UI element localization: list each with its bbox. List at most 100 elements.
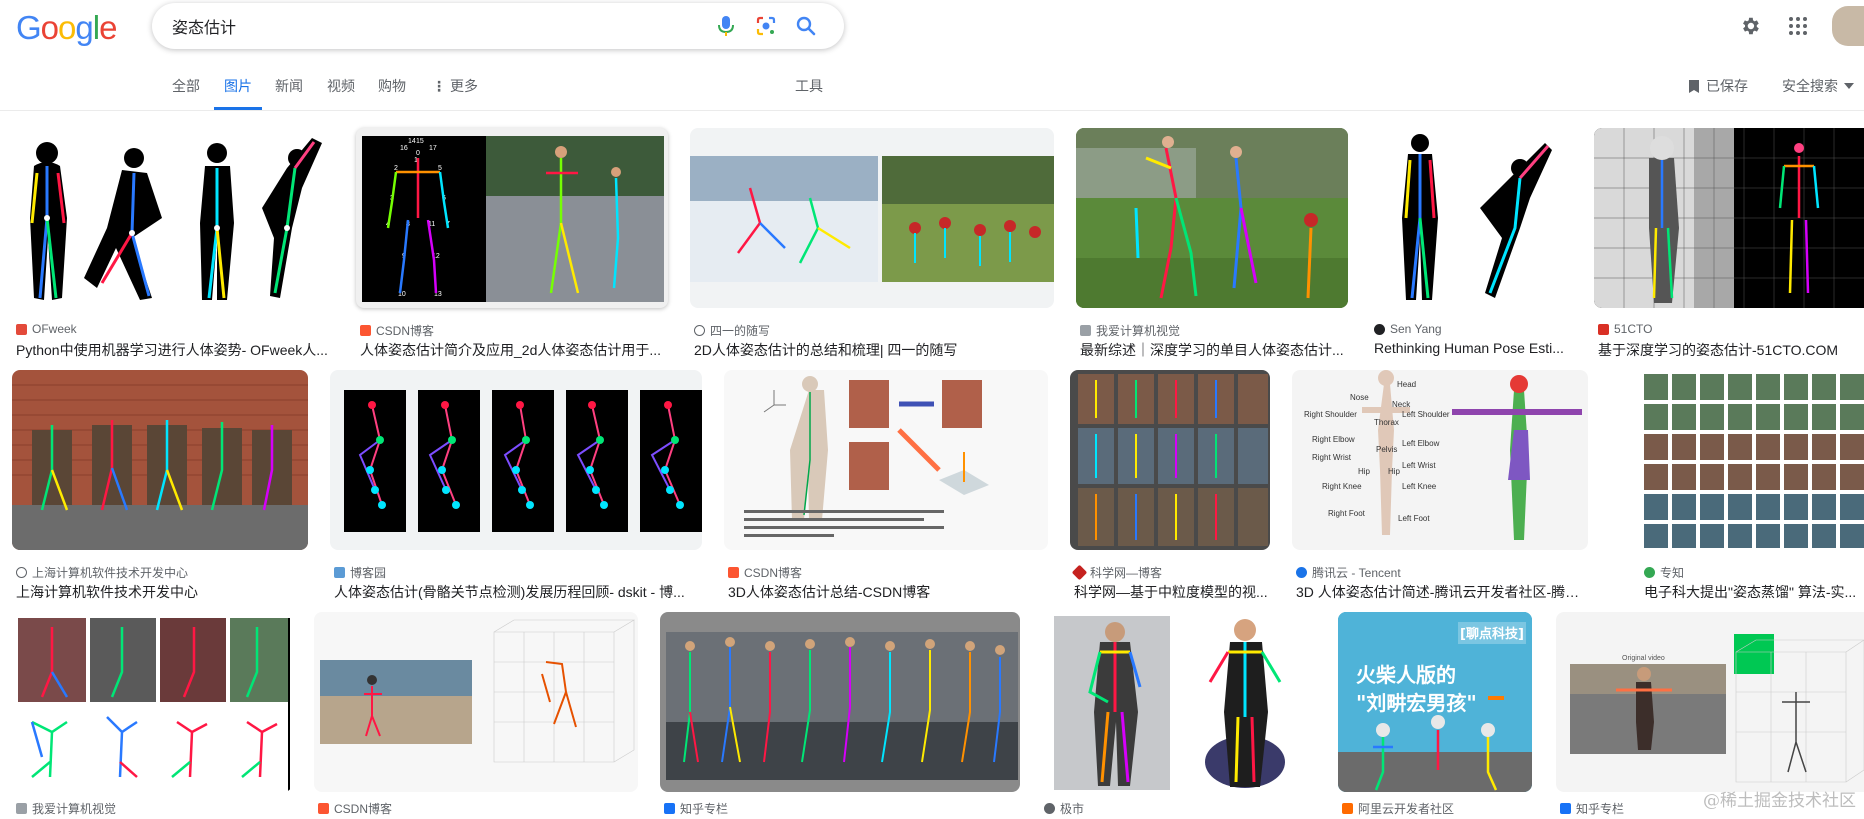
result-card[interactable]: 我爱计算机视觉 最新综述｜深度学习的单目人体姿态估计...: [1076, 128, 1348, 360]
result-source-label: 我爱计算机视觉: [1096, 324, 1181, 338]
result-card[interactable]: 51CTO 基于深度学习的姿态估计-51CTO.COM: [1594, 128, 1864, 360]
joint-label: Right Wrist: [1312, 453, 1352, 462]
result-source[interactable]: 科学网—博客: [1071, 564, 1162, 581]
result-source[interactable]: CSDN博客: [360, 322, 434, 339]
result-thumbnail[interactable]: Original video: [1556, 612, 1864, 792]
result-source[interactable]: 博客园: [334, 564, 386, 581]
result-thumbnail[interactable]: [1640, 370, 1864, 550]
apps-grid-icon[interactable]: [1778, 6, 1818, 46]
result-source[interactable]: 极市: [1044, 800, 1084, 817]
keypoint-label: 16: [400, 145, 408, 152]
keypoint-label: 15: [416, 138, 424, 145]
result-card[interactable]: [聊点科技] 火柴人版的 "刘畊宏男孩" 阿里云开发者社区: [1338, 612, 1532, 819]
tab-more[interactable]: ⋮ 更多: [432, 64, 478, 110]
result-thumbnail[interactable]: [330, 370, 702, 550]
result-source[interactable]: 知乎专栏: [1560, 800, 1624, 817]
saved-button[interactable]: 已保存: [1688, 64, 1748, 108]
safe-search-label: 安全搜索: [1782, 78, 1838, 94]
result-source-label: CSDN博客: [744, 566, 803, 580]
result-thumbnail[interactable]: 14 15 16 17 0 1 2 5 3 6 4 7 8 11 9 12 10…: [356, 128, 668, 308]
result-thumbnail[interactable]: [1370, 128, 1572, 308]
result-thumbnail[interactable]: [314, 612, 638, 792]
result-card[interactable]: 科学网—博客 科学网—基于中粒度模型的视...: [1070, 370, 1270, 602]
result-thumbnail[interactable]: [1040, 612, 1314, 792]
gear-icon[interactable]: [1730, 6, 1770, 46]
search-icon[interactable]: [786, 6, 826, 46]
result-source-label: Sen Yang: [1390, 322, 1442, 336]
result-source[interactable]: 知乎专栏: [664, 800, 728, 817]
search-input[interactable]: [172, 17, 706, 35]
result-thumbnail[interactable]: [1594, 128, 1864, 308]
result-title[interactable]: 3D 人体姿态估计简述-腾讯云开发者社区-腾讯云: [1296, 582, 1588, 602]
result-card[interactable]: 上海计算机软件技术开发中心 上海计算机软件技术开发中心: [12, 370, 308, 602]
joint-label: Left Foot: [1398, 514, 1430, 523]
result-source-label: 四一的随写: [710, 324, 771, 338]
result-title[interactable]: Python中使用机器学习进行人体姿势- OFweek人...: [16, 340, 334, 360]
result-thumbnail[interactable]: Head Neck Nose Right Shoulder Left Shoul…: [1292, 370, 1588, 550]
result-card[interactable]: 四一的随写 2D人体姿态估计的总结和梳理| 四一的随写: [690, 128, 1054, 360]
result-card[interactable]: Sen Yang Rethinking Human Pose Esti...: [1370, 128, 1572, 360]
tab-images[interactable]: 图片: [214, 64, 262, 110]
logo-letter: g: [75, 9, 93, 46]
result-card[interactable]: 我爱计算机视觉: [12, 612, 292, 819]
result-title[interactable]: 最新综述｜深度学习的单目人体姿态估计...: [1080, 340, 1348, 360]
result-thumbnail[interactable]: [1076, 128, 1348, 308]
result-thumbnail[interactable]: [12, 128, 334, 308]
result-source[interactable]: Sen Yang: [1374, 322, 1442, 336]
result-source[interactable]: 51CTO: [1598, 322, 1652, 336]
watermark: @稀土掘金技术社区: [1703, 791, 1856, 811]
google-logo[interactable]: Google: [16, 8, 117, 48]
result-card[interactable]: 极市: [1040, 612, 1314, 819]
tab-all[interactable]: 全部: [172, 64, 200, 110]
lens-icon[interactable]: [746, 6, 786, 46]
result-source[interactable]: 上海计算机软件技术开发中心: [16, 564, 188, 581]
joint-label: Nose: [1350, 393, 1369, 402]
result-card[interactable]: CSDN博客 3D人体姿态估计总结-CSDN博客: [724, 370, 1048, 602]
result-source[interactable]: OFweek: [16, 322, 77, 336]
result-title[interactable]: Rethinking Human Pose Esti...: [1374, 340, 1572, 356]
result-card[interactable]: OFweek Python中使用机器学习进行人体姿势- OFweek人...: [12, 128, 334, 360]
result-source[interactable]: CSDN博客: [318, 800, 392, 817]
result-card[interactable]: 博客园 人体姿态估计(骨骼关节点检测)发展历程回顾- dskit - 博...: [330, 370, 702, 602]
safe-search-button[interactable]: 安全搜索: [1782, 64, 1854, 108]
result-thumbnail[interactable]: [1070, 370, 1270, 550]
result-source[interactable]: 我爱计算机视觉: [1080, 322, 1180, 339]
result-card[interactable]: 知乎专栏: [660, 612, 1020, 819]
result-title[interactable]: 人体姿态估计(骨骼关节点检测)发展历程回顾- dskit - 博...: [334, 582, 702, 602]
result-card[interactable]: 专知 电子科大提出"姿态蒸馏" 算法-实...: [1640, 370, 1864, 602]
favicon-icon: [334, 567, 345, 578]
result-source[interactable]: CSDN博客: [728, 564, 802, 581]
result-title[interactable]: 2D人体姿态估计的总结和梳理| 四一的随写: [694, 340, 1054, 360]
tab-news[interactable]: 新闻: [275, 64, 303, 110]
banner-line-1: 火柴人版的: [1356, 663, 1456, 687]
result-title[interactable]: 人体姿态估计简介及应用_2d人体姿态估计用于...: [360, 340, 668, 360]
result-source[interactable]: 阿里云开发者社区: [1342, 800, 1454, 817]
result-thumbnail[interactable]: [12, 370, 308, 550]
result-source[interactable]: 专知: [1644, 564, 1684, 581]
result-thumbnail[interactable]: [690, 128, 1054, 308]
result-source[interactable]: 腾讯云 - Tencent: [1296, 564, 1401, 581]
result-title[interactable]: 上海计算机软件技术开发中心: [16, 582, 308, 602]
result-thumbnail[interactable]: [724, 370, 1048, 550]
result-card[interactable]: Head Neck Nose Right Shoulder Left Shoul…: [1292, 370, 1588, 602]
result-title[interactable]: 3D人体姿态估计总结-CSDN博客: [728, 582, 1048, 602]
result-source-label: 极市: [1060, 802, 1085, 816]
result-title[interactable]: 科学网—基于中粒度模型的视...: [1074, 582, 1270, 602]
tab-shopping[interactable]: 购物: [378, 64, 406, 110]
tools-button[interactable]: 工具: [795, 64, 823, 108]
result-card[interactable]: 14 15 16 17 0 1 2 5 3 6 4 7 8 11 9 12 10…: [356, 128, 668, 360]
favicon-icon: [1080, 325, 1091, 336]
mic-icon[interactable]: [706, 6, 746, 46]
result-title[interactable]: 电子科大提出"姿态蒸馏" 算法-实...: [1644, 582, 1864, 602]
result-source[interactable]: 四一的随写: [694, 322, 770, 339]
tab-videos[interactable]: 视频: [327, 64, 355, 110]
result-source[interactable]: 我爱计算机视觉: [16, 800, 116, 817]
result-title[interactable]: 基于深度学习的姿态估计-51CTO.COM: [1598, 340, 1864, 360]
result-thumbnail[interactable]: [聊点科技] 火柴人版的 "刘畊宏男孩": [1338, 612, 1532, 792]
result-card[interactable]: CSDN博客: [314, 612, 638, 819]
result-thumbnail[interactable]: [660, 612, 1020, 792]
result-source-label: 知乎专栏: [680, 802, 729, 816]
avatar[interactable]: [1832, 6, 1864, 46]
result-thumbnail[interactable]: [12, 612, 292, 792]
favicon-icon: [1296, 567, 1307, 578]
